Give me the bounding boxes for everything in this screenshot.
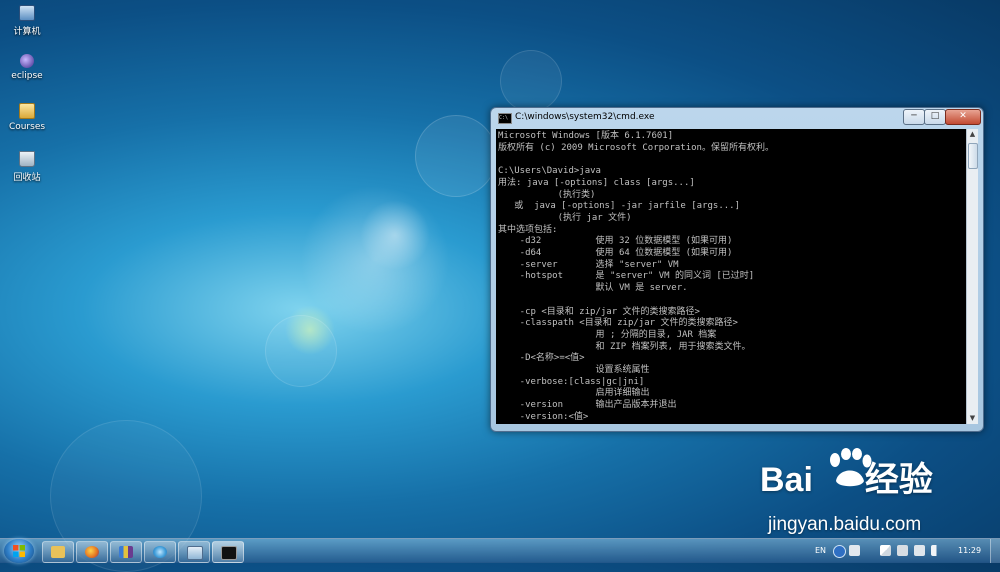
brand-suffix: 经验 xyxy=(864,461,933,499)
paw-icon xyxy=(830,448,872,487)
minimize-button[interactable]: ─ xyxy=(903,109,925,125)
eclipse-icon xyxy=(20,54,34,68)
desktop-icon-label: Courses xyxy=(8,122,46,132)
taskbar-ie-button[interactable] xyxy=(144,541,176,563)
computer-icon xyxy=(19,5,35,21)
desktop-icon-label: eclipse xyxy=(11,71,43,81)
volume-icon[interactable] xyxy=(931,545,942,556)
tray-language[interactable]: EN xyxy=(815,539,826,563)
brand-text: Bai xyxy=(760,461,813,499)
ime-icon[interactable] xyxy=(849,545,860,556)
window-titlebar[interactable]: C:\ C:\windows\system32\cmd.exe ─ □ ✕ xyxy=(491,108,983,128)
taskbar: EN 11:29 xyxy=(0,538,1000,563)
cmd-icon: C:\ xyxy=(498,113,512,124)
watermark-url: jingyan.baidu.com xyxy=(768,514,922,535)
folder-icon xyxy=(19,103,35,119)
device-icon[interactable] xyxy=(897,545,908,556)
ie-icon xyxy=(153,546,167,558)
recycle-bin-icon xyxy=(19,151,35,167)
bokeh-light xyxy=(265,315,337,387)
bokeh-light xyxy=(300,185,450,335)
bokeh-light xyxy=(285,305,335,355)
baidu-jingyan-watermark: Bai 经验 jingyan.baidu.com xyxy=(760,448,933,535)
winrar-icon xyxy=(119,546,133,558)
windows-logo-icon xyxy=(13,545,25,557)
desktop-icon-eclipse[interactable]: eclipse xyxy=(4,54,50,81)
scroll-up-button[interactable]: ▲ xyxy=(967,129,978,140)
desktop-icon-courses[interactable]: Courses xyxy=(4,103,50,132)
console-output[interactable]: Microsoft Windows [版本 6.1.7601] 版权所有 (c)… xyxy=(496,129,966,424)
show-desktop-button[interactable] xyxy=(990,539,1000,563)
taskbar-firefox-button[interactable] xyxy=(76,541,108,563)
flag-icon[interactable] xyxy=(880,545,891,556)
maximize-button[interactable]: □ xyxy=(924,109,946,125)
cmd-window[interactable]: C:\ C:\windows\system32\cmd.exe ─ □ ✕ Mi… xyxy=(490,107,984,432)
network-icon xyxy=(187,546,203,560)
desktop-icon-label: 计算机 xyxy=(13,27,41,37)
cmd-icon xyxy=(221,546,237,560)
close-button[interactable]: ✕ xyxy=(945,109,981,125)
tray-clock[interactable]: 11:29 xyxy=(958,539,981,563)
desktop-icon-label: 回收站 xyxy=(13,173,41,183)
taskbar-explorer-button[interactable] xyxy=(42,541,74,563)
firefox-icon xyxy=(85,546,99,558)
taskbar-network-button[interactable] xyxy=(178,541,210,563)
taskbar-winrar-button[interactable] xyxy=(110,541,142,563)
explorer-icon xyxy=(51,546,65,558)
network-status-icon[interactable] xyxy=(914,545,925,556)
taskbar-cmd-button[interactable] xyxy=(212,541,244,563)
scroll-down-button[interactable]: ▼ xyxy=(967,413,978,424)
console-text: Microsoft Windows [版本 6.1.7601] 版权所有 (c)… xyxy=(498,131,774,422)
help-icon[interactable] xyxy=(833,545,846,558)
scroll-thumb[interactable] xyxy=(968,143,978,169)
desktop-icon-recycle-bin[interactable]: 回收站 xyxy=(4,151,50,183)
vertical-scrollbar[interactable]: ▲ ▼ xyxy=(966,129,978,424)
bokeh-light xyxy=(500,50,562,112)
start-button[interactable] xyxy=(4,539,34,563)
bokeh-light xyxy=(415,115,497,197)
desktop-icon-computer[interactable]: 计算机 xyxy=(4,5,50,37)
bokeh-light xyxy=(360,200,430,270)
window-title: C:\windows\system32\cmd.exe xyxy=(515,112,655,122)
